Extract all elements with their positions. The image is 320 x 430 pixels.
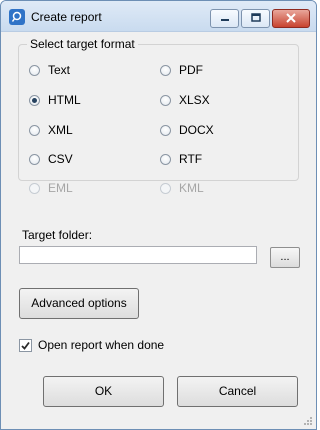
create-report-dialog: Create report Select target format Text … — [0, 0, 317, 430]
radio-label: PDF — [179, 63, 203, 77]
radio-text[interactable]: Text — [29, 62, 70, 78]
radio-csv[interactable]: CSV — [29, 151, 73, 167]
radio-xlsx[interactable]: XLSX — [160, 92, 210, 108]
maximize-button[interactable] — [241, 9, 270, 28]
radio-label: DOCX — [179, 123, 214, 137]
radio-label: XLSX — [179, 93, 210, 107]
radio-eml: EML — [29, 180, 73, 196]
dialog-content: Select target format Text PDF HTML XLSX … — [1, 32, 316, 429]
radio-circle[interactable] — [29, 64, 40, 76]
radio-kml: KML — [160, 180, 204, 196]
advanced-options-button[interactable]: Advanced options — [19, 288, 139, 319]
radio-label: Text — [48, 63, 71, 77]
window-title: Create report — [31, 10, 102, 24]
radio-circle[interactable] — [160, 64, 171, 76]
title-bar: Create report — [1, 1, 316, 32]
target-folder-input[interactable] — [19, 246, 257, 264]
target-folder-label: Target folder: — [22, 228, 93, 242]
radio-circle[interactable] — [160, 94, 171, 106]
radio-label: KML — [179, 181, 204, 195]
ok-button[interactable]: OK — [43, 376, 164, 407]
radio-label: RTF — [179, 152, 203, 166]
open-when-done-checkbox[interactable] — [19, 338, 32, 352]
browse-button[interactable]: ... — [270, 247, 300, 268]
radio-docx[interactable]: DOCX — [160, 122, 214, 138]
cancel-button[interactable]: Cancel — [177, 376, 298, 407]
radio-xml[interactable]: XML — [29, 122, 73, 138]
radio-circle[interactable] — [29, 153, 40, 165]
radio-circle — [29, 182, 40, 194]
radio-pdf[interactable]: PDF — [160, 62, 203, 78]
radio-label: HTML — [48, 93, 81, 107]
radio-circle[interactable] — [160, 124, 171, 136]
radio-html[interactable]: HTML — [29, 92, 81, 108]
target-format-group: Select target format Text PDF HTML XLSX … — [18, 37, 299, 195]
app-icon — [9, 9, 25, 25]
radio-circle[interactable] — [29, 124, 40, 136]
radio-circle[interactable] — [160, 153, 171, 165]
open-when-done-row[interactable]: Open report when done — [19, 338, 164, 352]
target-format-legend: Select target format — [27, 37, 138, 51]
radio-circle — [160, 182, 171, 194]
radio-label: EML — [48, 181, 73, 195]
close-button[interactable] — [272, 9, 310, 28]
resize-grip-icon[interactable] — [303, 416, 313, 426]
radio-rtf[interactable]: RTF — [160, 151, 202, 167]
minimize-button[interactable] — [210, 9, 239, 28]
open-when-done-label: Open report when done — [38, 338, 165, 352]
radio-circle[interactable] — [29, 94, 40, 106]
radio-label: CSV — [48, 152, 73, 166]
radio-label: XML — [48, 123, 73, 137]
